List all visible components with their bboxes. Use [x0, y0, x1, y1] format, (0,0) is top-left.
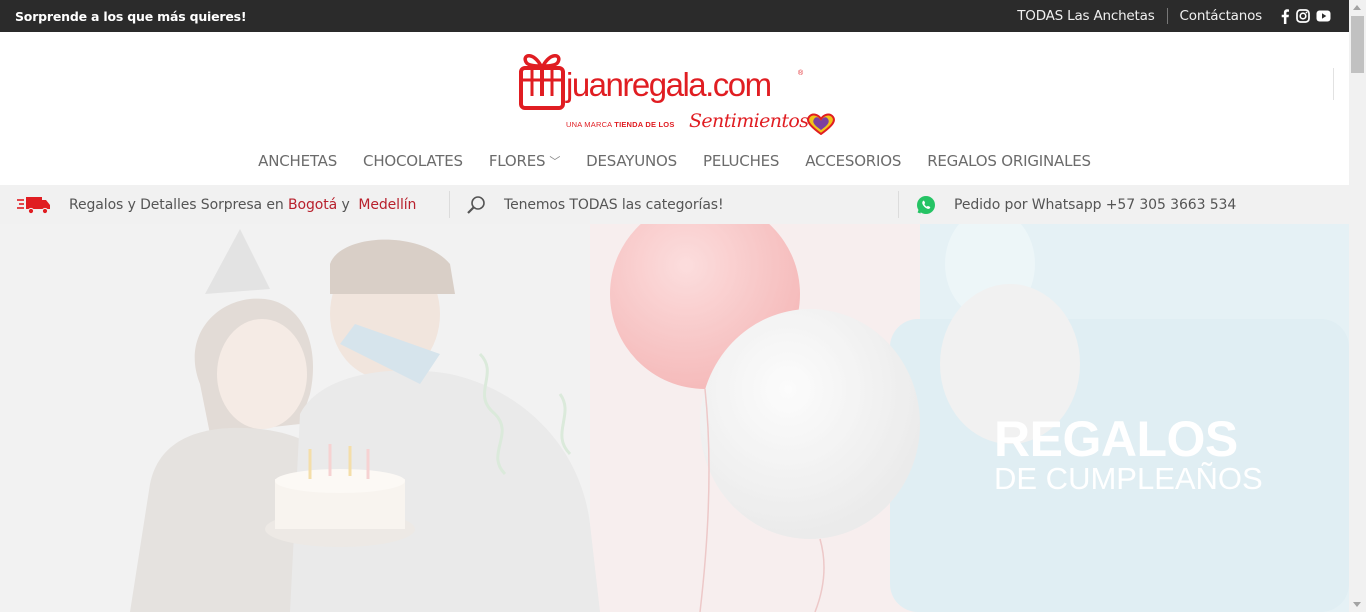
- whatsapp-text: Pedido por Whatsapp +57 305 3663 534: [954, 196, 1237, 213]
- facebook-icon[interactable]: [1280, 8, 1290, 24]
- nav-accesorios[interactable]: ACCESORIOS: [792, 150, 914, 172]
- nav-regalos-originales[interactable]: REGALOS ORIGINALES: [914, 150, 1104, 172]
- all-anchetas-link[interactable]: TODAS Las Anchetas: [1005, 8, 1166, 24]
- rainbow-heart-icon: [807, 113, 835, 135]
- delivery-info: Regalos y Detalles Sorpresa en Bogotá y …: [17, 185, 416, 224]
- top-bar: Sorprende a los que más quieres! TODAS L…: [0, 0, 1349, 32]
- city-link-medellin[interactable]: Medellín: [358, 197, 416, 213]
- city-link-bogota[interactable]: Bogotá: [288, 197, 337, 213]
- registered-mark: ®: [798, 70, 804, 77]
- categories-info[interactable]: Tenemos TODAS las categorías!: [466, 185, 724, 224]
- info-bar: Regalos y Detalles Sorpresa en Bogotá y …: [0, 185, 1349, 224]
- header-divider: [1333, 68, 1334, 100]
- main-nav: ANCHETAS CHOCOLATES FLORES ﹀ DESAYUNOS PE…: [0, 150, 1349, 172]
- logo-brand-text: juanregala.com: [566, 66, 772, 103]
- site-logo[interactable]: juanregala.com ® UNA MARCA TIENDA DE LOS…: [518, 50, 838, 135]
- hero-title: REGALOS: [994, 411, 1238, 467]
- hero-subtitle: DE CUMPLEAÑOS: [994, 461, 1263, 496]
- whatsapp-info[interactable]: Pedido por Whatsapp +57 305 3663 534: [916, 185, 1236, 224]
- youtube-icon[interactable]: [1316, 10, 1331, 22]
- page-scrollbar[interactable]: [1349, 0, 1366, 612]
- categories-text: Tenemos TODAS las categorías!: [504, 196, 724, 213]
- contact-link[interactable]: Contáctanos: [1168, 8, 1274, 24]
- top-links: TODAS Las Anchetas Contáctanos: [1005, 0, 1349, 32]
- delivery-text: Regalos y Detalles Sorpresa en: [69, 196, 284, 213]
- divider: [898, 191, 899, 218]
- nav-chocolates[interactable]: CHOCOLATES: [350, 150, 476, 172]
- delivery-truck-icon: [17, 195, 51, 215]
- social-links: [1280, 8, 1331, 24]
- search-icon: [466, 195, 486, 215]
- instagram-icon[interactable]: [1296, 9, 1310, 23]
- whatsapp-icon: [916, 195, 936, 215]
- scroll-down-arrow-icon[interactable]: [1353, 602, 1361, 607]
- scroll-up-arrow-icon[interactable]: [1353, 5, 1361, 10]
- nav-peluches[interactable]: PELUCHES: [690, 150, 792, 172]
- scrollbar-thumb[interactable]: [1351, 16, 1364, 73]
- promo-text: Sorprende a los que más quieres!: [15, 9, 247, 24]
- nav-flores[interactable]: FLORES ﹀: [476, 150, 573, 172]
- nav-desayunos[interactable]: DESAYUNOS: [573, 150, 690, 172]
- connector-text: y: [341, 196, 350, 213]
- logo-tagline-script: Sentimientos: [689, 110, 809, 132]
- site-header: juanregala.com ® UNA MARCA TIENDA DE LOS…: [0, 32, 1349, 185]
- chevron-down-icon: ﹀: [549, 155, 561, 168]
- hero-banner[interactable]: REGALOS DE CUMPLEAÑOS: [0, 224, 1349, 612]
- divider: [449, 191, 450, 218]
- nav-anchetas[interactable]: ANCHETAS: [245, 150, 350, 172]
- logo-tagline: UNA MARCA TIENDA DE LOS: [566, 120, 675, 129]
- gift-logo-icon: [519, 54, 565, 110]
